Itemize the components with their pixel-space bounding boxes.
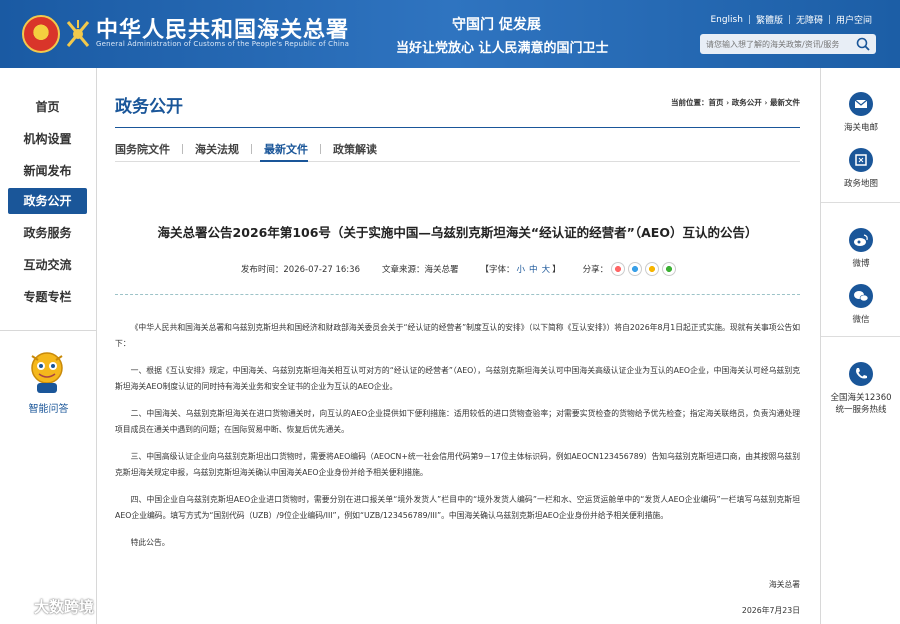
email-icon	[849, 92, 873, 116]
watermark-text: 大数跨境	[34, 598, 95, 616]
title-divider	[115, 127, 800, 128]
slogan-line1: 守国门 促发展	[452, 17, 541, 33]
paragraph-4: 四、中国企业自乌兹别克斯坦AEO企业进口货物时，需要分别在进口报关单“境外发货人…	[115, 495, 800, 520]
link-user-space[interactable]: 用户空间	[836, 13, 872, 26]
article-title: 海关总署公告2026年第106号（关于实施中国—乌兹别克斯坦海关“经认证的经营者…	[157, 225, 758, 240]
rb-weibo-label: 微博	[852, 259, 870, 269]
share-weibo-icon[interactable]	[611, 262, 626, 276]
rb-wechat[interactable]: 微信	[821, 284, 900, 325]
watermark: 大数跨境	[8, 596, 94, 617]
nav-item-org[interactable]: 机构设置	[8, 126, 87, 152]
article-signature: 海关总署	[768, 580, 800, 589]
section-title: 政务公开	[115, 97, 183, 117]
font-large-button[interactable]: 大	[542, 263, 551, 275]
publish-time: 发布时间：2026-07-27 16:36	[240, 265, 360, 275]
weibo-icon	[849, 228, 873, 252]
paragraph-1: 一、根据《互认安排》规定，中国海关、乌兹别克斯坦海关相互认可对方的“经认证的经营…	[115, 366, 800, 391]
watermark-logo-icon	[9, 599, 28, 614]
nav-item-topics[interactable]: 专题专栏	[8, 284, 87, 310]
wechat-icon	[849, 284, 873, 308]
link-accessibility[interactable]: 无障碍	[796, 13, 823, 26]
national-emblem-icon[interactable]	[22, 15, 60, 53]
search-icon[interactable]	[856, 37, 870, 51]
left-nav: 首页 机构设置 新闻发布 政务公开 政务服务 互动交流 专题专栏 智能问答	[0, 68, 97, 624]
site-header: 中华人民共和国海关总署 General Administration of Cu…	[0, 0, 900, 68]
tabs-divider	[115, 161, 800, 162]
nav-item-gov-affairs[interactable]: 政务公开	[8, 188, 87, 214]
paragraph-3: 三、中国高级认证企业向乌兹别克斯坦出口货物时，需要将AEO编码（AEOCN+统一…	[115, 452, 800, 477]
rb-weibo[interactable]: 微博	[821, 228, 900, 269]
link-english[interactable]: English	[710, 15, 743, 25]
rb-email-label: 海关电邮	[843, 123, 878, 133]
meta-divider	[115, 294, 800, 295]
share-qzone-icon[interactable]	[645, 262, 660, 276]
share-label: 分享：	[582, 265, 609, 275]
slogan-line2: 当好让党放心 让人民满意的国门卫士	[396, 41, 609, 56]
article-date: 2026年7月23日	[741, 606, 800, 615]
active-tab-indicator	[260, 160, 308, 162]
paragraph-closing: 特此公告。	[130, 538, 170, 547]
nav-item-services[interactable]: 政务服务	[8, 220, 87, 246]
tab-latest-files[interactable]: 最新文件	[252, 141, 320, 157]
tab-customs-laws[interactable]: 海关法规	[183, 141, 251, 157]
customs-logo-icon	[66, 20, 90, 47]
breadcrumb[interactable]: 当前位置：首页 › 政务公开 › 最新文件	[671, 97, 800, 108]
robot-assistant-icon[interactable]	[22, 346, 72, 396]
rb-map[interactable]: 政务地图	[821, 148, 900, 189]
tab-policy-interpretation[interactable]: 政策解读	[321, 141, 389, 157]
article-meta: 发布时间：2026-07-27 16:36 文章来源：海关总署 【字体： 小 中…	[97, 262, 820, 276]
rb-hotline[interactable]: 全国海关12360 统一服务热线	[821, 362, 900, 415]
nav-divider	[0, 330, 97, 331]
paragraph-2: 二、中国海关、乌兹别克斯坦海关在进口货物通关时，向互认的AEO企业提供如下便利措…	[115, 409, 800, 434]
paragraph-intro: 《中华人民共和国海关总署和乌兹别克斯坦共和国经济和财政部海关委员会关于“经认证的…	[115, 323, 800, 348]
font-size-label: 【字体：	[480, 265, 515, 275]
phone-icon	[849, 362, 873, 386]
hotline-line2: 统一服务热线	[835, 405, 887, 415]
rb-map-label: 政务地图	[843, 179, 878, 189]
tab-bar: 国务院文件 海关法规 最新文件 政策解读	[115, 141, 389, 157]
hotline-line1: 全国海关12360	[830, 393, 892, 403]
font-small-button[interactable]: 小	[517, 263, 526, 275]
main-content: 政务公开 当前位置：首页 › 政务公开 › 最新文件 国务院文件 海关法规 最新…	[97, 68, 820, 624]
nav-item-news[interactable]: 新闻发布	[8, 158, 87, 184]
article-source: 文章来源：海关总署	[382, 265, 459, 275]
top-links: English 繁體版 无障碍 用户空间	[710, 13, 872, 27]
rb-wechat-label: 微信	[852, 315, 870, 325]
search-input[interactable]	[704, 37, 850, 51]
right-sidebar: 海关电邮 政务地图 微博 微信 全国海关12360 统一服务热线	[820, 68, 900, 624]
nav-item-interaction[interactable]: 互动交流	[8, 252, 87, 278]
font-medium-button[interactable]: 中	[529, 263, 538, 275]
site-subtitle: General Administration of Customs of the…	[96, 40, 350, 48]
tab-state-council[interactable]: 国务院文件	[115, 141, 182, 157]
map-icon	[849, 148, 873, 172]
nav-item-home[interactable]: 首页	[8, 94, 87, 120]
rb-email[interactable]: 海关电邮	[821, 92, 900, 133]
article-body: 《中华人民共和国海关总署和乌兹别克斯坦共和国经济和财政部海关委员会关于“经认证的…	[115, 320, 800, 562]
link-traditional[interactable]: 繁體版	[756, 13, 783, 26]
search-box	[700, 34, 876, 54]
share-wechat-icon[interactable]	[662, 262, 677, 276]
assistant-label[interactable]: 智能问答	[0, 400, 97, 415]
font-size-close: 】	[552, 265, 561, 275]
share-qq-icon[interactable]	[628, 262, 643, 276]
